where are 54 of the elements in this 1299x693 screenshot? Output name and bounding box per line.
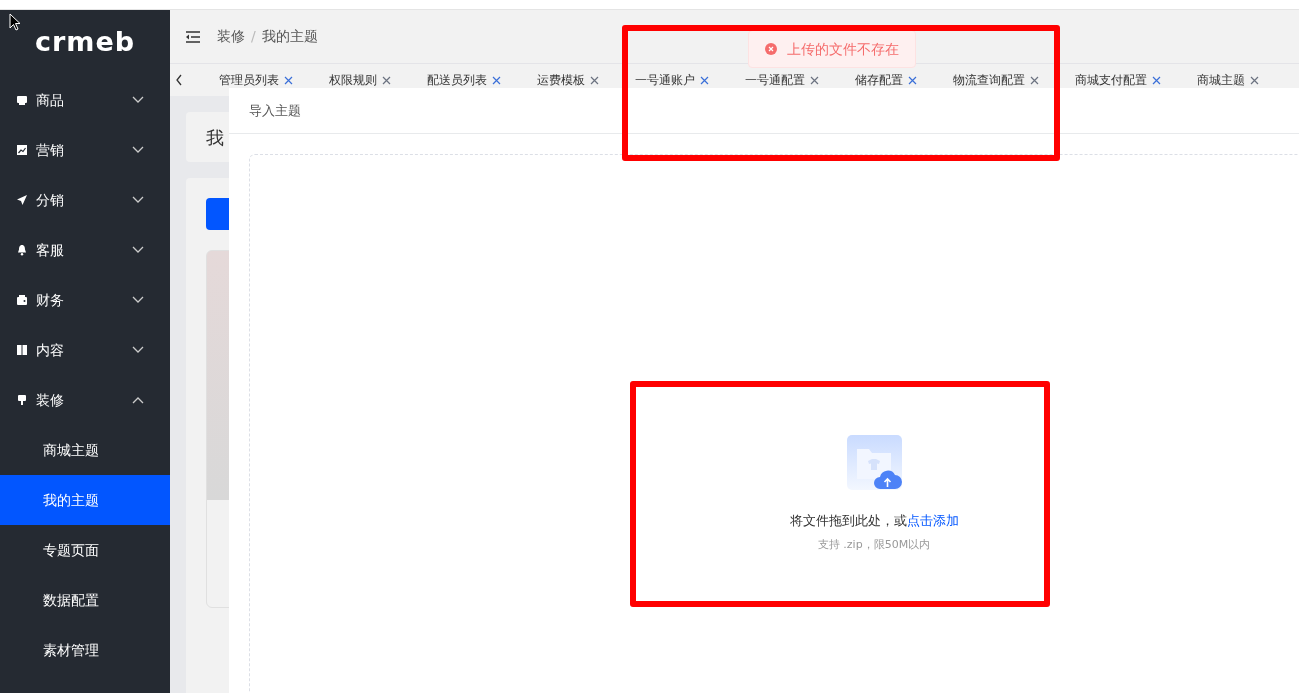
close-icon[interactable] <box>590 75 599 85</box>
tab[interactable]: 物流查询配置 <box>917 71 1039 89</box>
submenu-item[interactable]: 数据配置 <box>0 575 170 625</box>
breadcrumb-separator: / <box>251 27 256 46</box>
menu-item[interactable]: 客服 <box>0 225 170 275</box>
close-icon[interactable] <box>492 75 501 85</box>
close-icon[interactable] <box>284 75 293 85</box>
upload-hint: 支持 .zip，限50M以内 <box>817 536 931 553</box>
close-icon[interactable] <box>700 75 709 85</box>
menu-item[interactable]: 商品 <box>0 75 170 125</box>
error-icon <box>765 43 777 55</box>
menu-item[interactable]: 营销 <box>0 125 170 175</box>
close-icon[interactable] <box>1152 75 1161 85</box>
tab[interactable]: 商城主题 <box>1161 71 1259 89</box>
menu-item[interactable]: 分销 <box>0 175 170 225</box>
breadcrumb-item: 我的主题 <box>262 27 319 46</box>
toast-message: 上传的文件不存在 <box>787 39 899 59</box>
close-icon[interactable] <box>1250 75 1259 85</box>
close-icon[interactable] <box>908 75 917 85</box>
cursor-icon <box>9 13 21 31</box>
book-icon <box>16 344 28 356</box>
submenu-item[interactable]: 商城主题 <box>0 425 170 475</box>
brush-icon <box>16 394 28 406</box>
chevron-left-icon[interactable] <box>175 74 183 86</box>
submenu-item[interactable]: 素材管理 <box>0 625 170 675</box>
tab[interactable]: 商城支付配置 <box>1039 71 1161 89</box>
chart-icon <box>16 144 28 156</box>
bell-icon <box>16 244 28 256</box>
tab[interactable]: 配送员列表 <box>391 71 501 89</box>
upload-prompt-text: 将文件拖到此处，或 <box>789 513 907 528</box>
tab[interactable]: 运费模板 <box>501 71 599 89</box>
send-icon <box>16 194 28 206</box>
submenu-item[interactable]: 专题页面 <box>0 525 170 575</box>
tab[interactable]: 一号通账户 <box>599 71 709 89</box>
tab[interactable]: 储存配置 <box>819 71 917 89</box>
menu-item[interactable]: 财务 <box>0 275 170 325</box>
tab[interactable]: 一号通配置 <box>709 71 819 89</box>
logo: crmeb <box>34 25 136 60</box>
tab[interactable]: 权限规则 <box>293 71 391 89</box>
close-icon[interactable] <box>1030 75 1039 85</box>
folder-upload-icon <box>846 435 902 491</box>
add-file-link[interactable]: 点击添加 <box>906 513 959 528</box>
submenu-item[interactable]: 我的主题 <box>0 475 170 525</box>
wallet-icon <box>16 294 28 306</box>
monitor-icon <box>16 94 28 106</box>
close-icon[interactable] <box>382 75 391 85</box>
close-icon[interactable] <box>810 75 819 85</box>
upload-dropzone[interactable]: 将文件拖到此处，或点击添加 支持 .zip，限50M以内 <box>249 154 1299 693</box>
breadcrumb-item[interactable]: 装修 <box>216 26 245 47</box>
tab[interactable]: 管理员列表 <box>183 71 293 89</box>
drawer-title: 导入主题 <box>229 88 1299 134</box>
menu-item[interactable]: 内容 <box>0 325 170 375</box>
menu-icon[interactable] <box>186 30 200 43</box>
menu-item[interactable]: 装修 <box>0 375 170 425</box>
